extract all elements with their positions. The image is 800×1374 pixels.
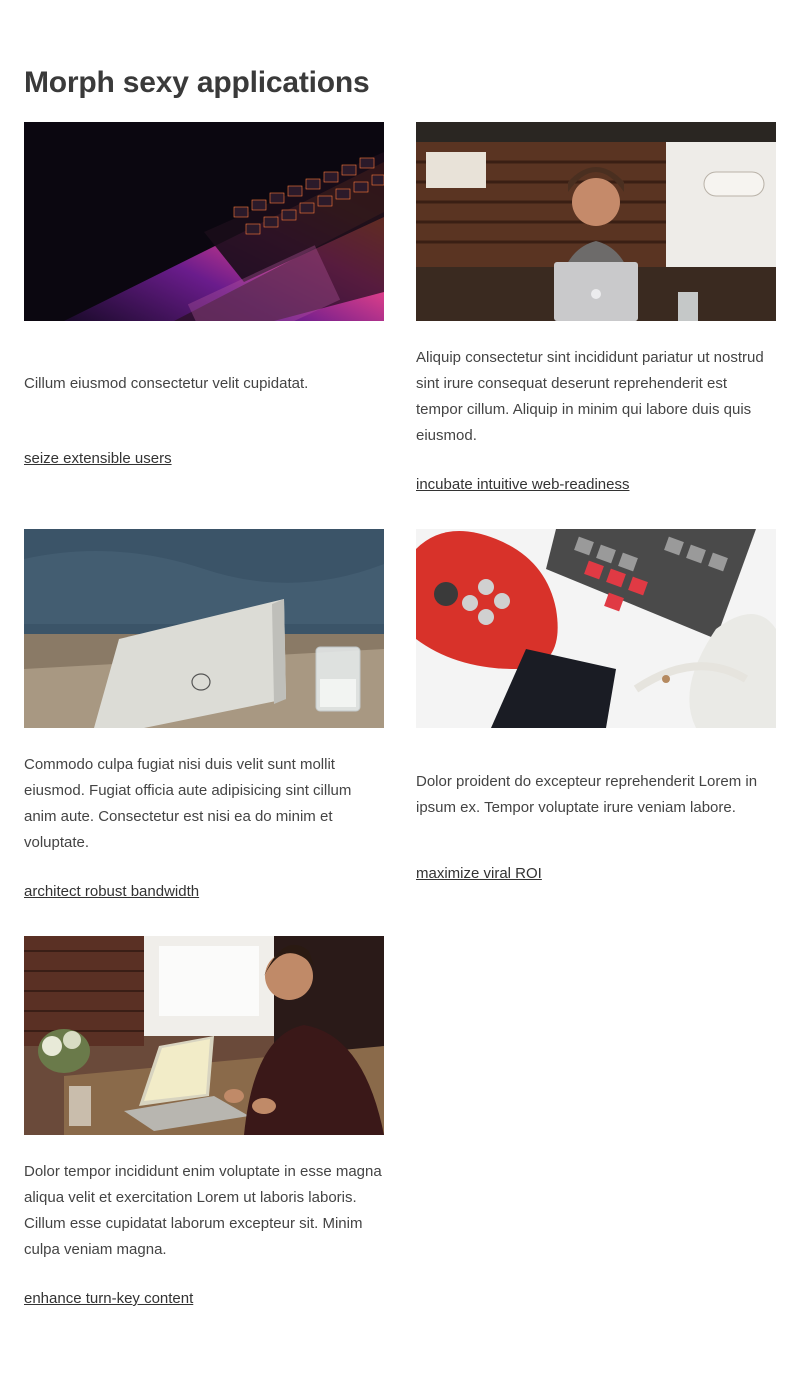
card-description: Aliquip consectetur sint incididunt pari… [416,349,764,444]
card-image [24,529,384,728]
card-link[interactable]: seize extensible users [24,449,172,469]
card-link[interactable]: incubate intuitive web-readiness [416,475,629,495]
card-link[interactable]: architect robust bandwidth [24,882,199,902]
card-description: Commodo culpa fugiat nisi duis velit sun… [24,756,352,851]
laptop-table-glass-photo [24,529,384,728]
man-laptop-cafe-photo [416,122,776,321]
card-laptop-on-table: Commodo culpa fugiat nisi duis velit sun… [24,529,384,905]
card-image [416,529,776,728]
card-man-with-laptop: Aliquip consectetur sint incididunt pari… [416,122,776,498]
card-image [416,122,776,321]
card-link[interactable]: enhance turn-key content [24,1289,193,1309]
gamepad-keyboard-photo [416,529,776,728]
card-description: Dolor tempor incididunt enim voluptate i… [24,1163,382,1258]
page-title: Morph sexy applications [24,66,370,99]
card-gaming-gear: Dolor proident do excepteur reprehenderi… [416,529,776,889]
card-description: Cillum eiusmod consectetur velit cupidat… [24,375,309,392]
man-working-desk-photo [24,936,384,1135]
card-image [24,122,384,321]
card-image [24,936,384,1135]
laptop-keyboard-photo [24,122,384,321]
card-description: Dolor proident do excepteur reprehenderi… [416,773,758,816]
card-man-at-desk: Dolor tempor incididunt enim voluptate i… [24,936,384,1312]
card-link[interactable]: maximize viral ROI [416,864,542,884]
card-laptop-keyboard: Cillum eiusmod consectetur velit cupidat… [24,122,384,472]
